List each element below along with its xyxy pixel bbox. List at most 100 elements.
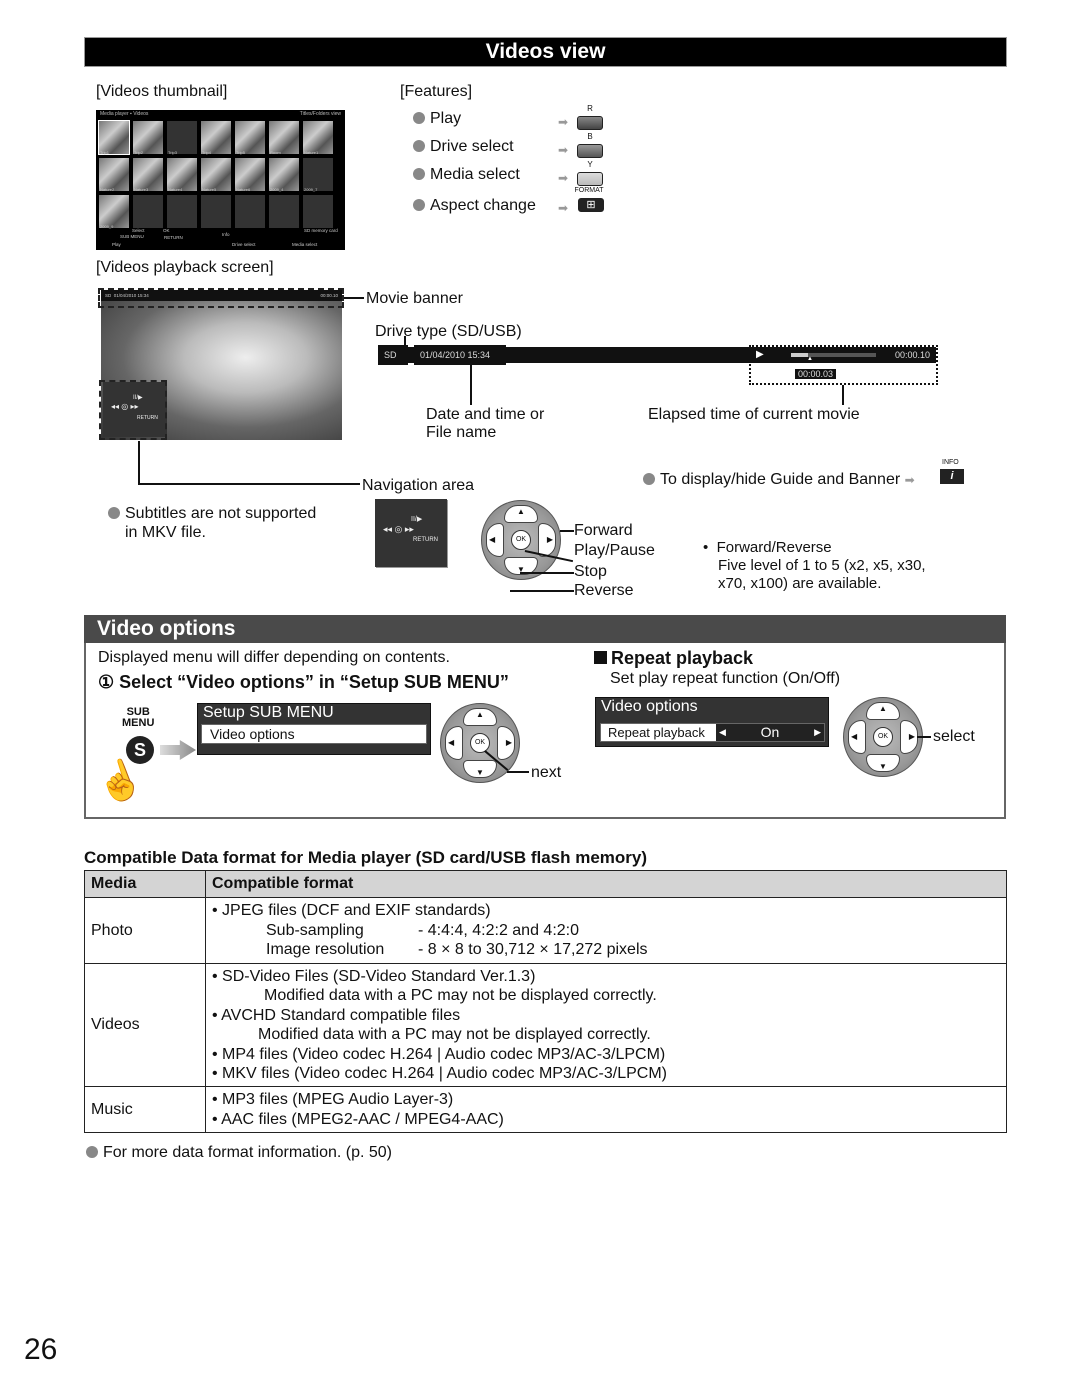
down-arrow-icon: ▼: [476, 768, 484, 777]
info-key-label: INFO: [942, 459, 959, 466]
thumbnail-grid: Trip1 Trip2 Trip3 Trip4 Trip5 Room Natur…: [98, 120, 335, 229]
thumbnail-item[interactable]: Trip4: [201, 121, 231, 155]
subtitles-note-line2: in MKV file.: [125, 524, 206, 541]
left-arrow-icon: ◀: [448, 738, 455, 747]
thumbnail-item[interactable]: Nature6: [235, 158, 265, 192]
thumbnail-item[interactable]: Room: [269, 121, 299, 155]
key-label-r: R: [587, 104, 593, 113]
thumbnail-item[interactable]: Nature2: [99, 158, 129, 192]
format-button-icon[interactable]: ⊞: [578, 198, 604, 212]
square-bullet-icon: [594, 651, 607, 664]
bullet-icon: [86, 1146, 98, 1158]
footer-drive-select: Drive select: [232, 242, 256, 247]
banner-elapsed-time: 00:00.03: [795, 369, 837, 379]
features-label: [Features]: [400, 83, 473, 100]
repeat-playback-heading: Repeat playback: [594, 648, 753, 669]
thumbnail-header: Media player ▪ Videos Titles/Folders vie…: [100, 111, 341, 117]
banner-drive-type: SD: [378, 345, 408, 365]
info-note: To display/hide Guide and Banner ➡: [643, 471, 915, 489]
bullet-icon: [413, 112, 425, 124]
thumbnail-footer: Select OK SUB MENU RETURN Info SD memory…: [96, 226, 345, 250]
bullet-icon: [108, 507, 120, 519]
setup-sub-menu: Setup SUB MENU Video options: [197, 703, 431, 755]
video-options-menu: Video options Repeat playback ◀ On ▶: [595, 697, 829, 747]
video-options-step: ① Select “Video options” in “Setup SUB M…: [98, 672, 509, 692]
videos-playback-screen-label: [Videos playback screen]: [96, 259, 274, 276]
leader-line: [917, 736, 931, 738]
page-number: 26: [24, 1333, 58, 1366]
yellow-button-icon[interactable]: [577, 172, 603, 186]
thumbnail-item[interactable]: 2009_4: [269, 158, 299, 192]
ok-button[interactable]: OK: [873, 727, 893, 747]
callout-file-name: File name: [426, 424, 497, 441]
down-arrow-icon: ▼: [879, 762, 887, 771]
speed-note-title: • Forward/Reverse: [703, 539, 832, 556]
thumbnail-item[interactable]: Trip3: [167, 121, 197, 155]
leader-line: [842, 385, 844, 405]
leader-line: [138, 441, 140, 483]
leader-line: [344, 297, 364, 299]
remote-dpad: ▲ ▼ ◀ ▶ OK: [481, 500, 561, 580]
thumbnail-item[interactable]: 2009_9: [99, 195, 129, 229]
thumbnail-item[interactable]: 2009_7: [303, 158, 333, 192]
thumbnail-item[interactable]: Nature1: [303, 121, 333, 155]
thumbnail-item[interactable]: Nature4: [167, 158, 197, 192]
feature-aspect-change: Aspect change: [413, 197, 536, 215]
thumbnail-empty: [235, 195, 265, 228]
header-compatible-format: Compatible format: [205, 870, 1007, 898]
table-header-row: Media Compatible format: [84, 870, 1007, 898]
footer-media-select: Media select: [292, 242, 318, 247]
sub-menu-key-label: SUB MENU: [122, 706, 155, 729]
menu-item-video-options[interactable]: Video options: [201, 724, 427, 744]
thumbnail-header-mid: Videos: [133, 111, 149, 117]
thumbnail-item[interactable]: Trip5: [235, 121, 265, 155]
play-icon: ▶: [756, 349, 764, 360]
thumbnail-item[interactable]: Trip2: [133, 121, 163, 155]
key-label-y: Y: [587, 160, 593, 169]
thumbnail-item[interactable]: Trip1: [98, 120, 130, 155]
arrow-right-icon: ➡: [558, 143, 569, 157]
feature-media-select: Media select: [413, 166, 520, 184]
setup-sub-menu-title: Setup SUB MENU: [203, 704, 334, 721]
video-formats: • SD-Video Files (SD-Video Standard Ver.…: [205, 963, 1007, 1087]
left-arrow-icon: ◀: [851, 732, 858, 741]
ok-button[interactable]: OK: [511, 530, 531, 550]
banner-datetime: 01/04/2010 15:34: [414, 345, 506, 365]
media-music: Music: [84, 1086, 206, 1133]
right-arrow-icon: ▶: [814, 727, 821, 737]
right-arrow-icon: ▶: [908, 732, 915, 741]
navigation-area-highlight: [99, 380, 167, 440]
media-photo: Photo: [84, 897, 206, 964]
key-label-format: FORMAT: [574, 187, 604, 194]
speed-note-line2: x70, x100) are available.: [718, 575, 882, 592]
footer-sub-menu: SUB MENU: [120, 234, 144, 239]
table-row: Videos • SD-Video Files (SD-Video Standa…: [84, 963, 1007, 1087]
video-options-title: Video options: [84, 615, 1006, 643]
up-arrow-icon: ▲: [879, 704, 887, 713]
red-button-icon[interactable]: [577, 116, 603, 130]
play-pause-icon: II/▶: [411, 516, 423, 523]
legend-reverse: Reverse: [574, 582, 634, 599]
thumbnail-empty: [133, 195, 163, 228]
ok-button[interactable]: OK: [470, 733, 490, 753]
leader-line: [560, 530, 574, 532]
banner-total-time: 00:00.10: [895, 350, 931, 360]
footer-play: Play: [112, 242, 121, 247]
thumbnail-item[interactable]: Nature3: [133, 158, 163, 192]
table-row: Photo • JPEG files (DCF and EXIF standar…: [84, 897, 1007, 964]
repeat-value-selector[interactable]: ◀ On ▶: [716, 724, 824, 741]
menu-item-repeat-playback[interactable]: Repeat playback ◀ On ▶: [600, 723, 825, 742]
info-button-icon[interactable]: i: [940, 469, 964, 484]
leader-line: [138, 483, 360, 485]
leader-line: [470, 365, 472, 405]
nav-control-icon: ◂◂ ◎ ▸▸: [383, 524, 414, 534]
nav-return-label: RETURN: [413, 537, 438, 543]
thumbnail-item[interactable]: Nature5: [201, 158, 231, 192]
arrow-right-icon: ➡: [558, 171, 569, 185]
thumbnail-header-right[interactable]: Titles/Folders view: [300, 111, 341, 117]
progress-track: [791, 353, 876, 357]
footer-return: RETURN: [164, 235, 183, 240]
feature-play: Play: [413, 110, 461, 128]
key-label-b: B: [587, 132, 593, 141]
blue-button-icon[interactable]: [577, 144, 603, 158]
